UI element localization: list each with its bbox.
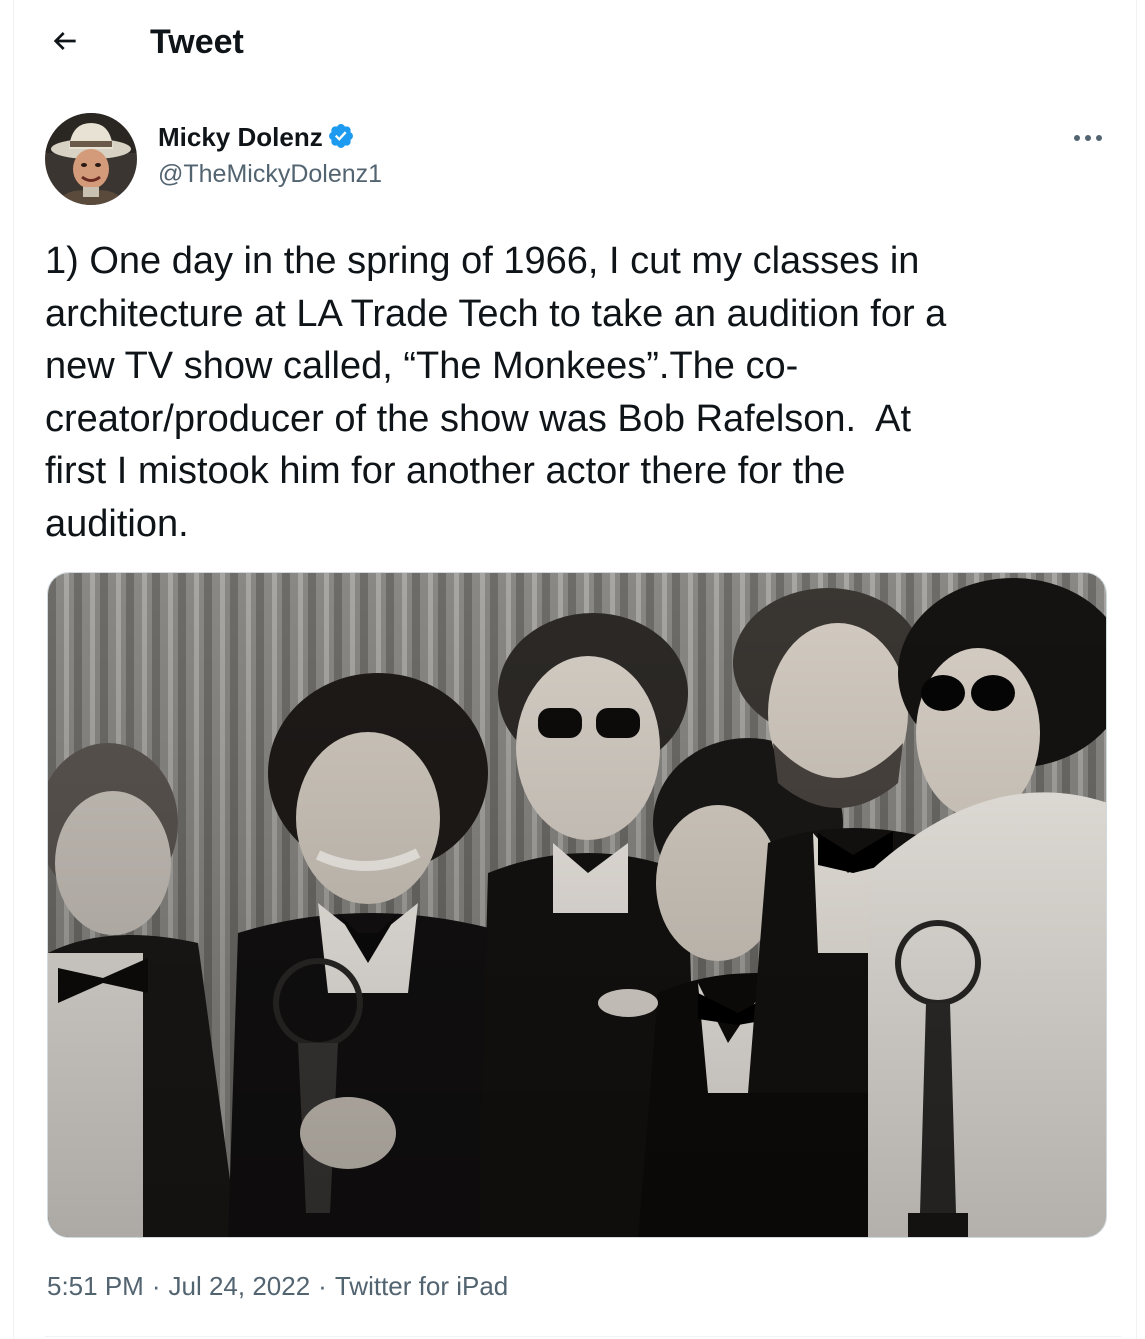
author-name-text: Micky Dolenz [158, 122, 323, 152]
tweet-time[interactable]: 5:51 PM [47, 1268, 144, 1304]
page-header: Tweet [14, 0, 1136, 86]
meta-separator: · [318, 1271, 327, 1301]
group-photo [48, 573, 1106, 1237]
meta-separator: · [151, 1271, 161, 1301]
more-dots-icon [1074, 135, 1102, 141]
tweet-photo[interactable] [47, 572, 1107, 1238]
profile-photo [45, 113, 137, 205]
tweet-text: 1) One day in the spring of 1966, I cut … [45, 240, 947, 545]
verified-badge-icon [328, 124, 353, 148]
back-button[interactable] [42, 18, 88, 64]
tweet-column: Tweet Micky Dolenz @TheMickyDolenz1 1) O… [13, 0, 1137, 1339]
tweet-date[interactable]: Jul 24, 2022 [169, 1268, 311, 1304]
tweet-source[interactable]: Twitter for iPad [335, 1268, 508, 1304]
page-title: Tweet [150, 23, 244, 61]
divider [45, 1336, 1121, 1337]
author-name[interactable]: Micky Dolenz [158, 121, 355, 153]
more-options-button[interactable] [1066, 120, 1110, 156]
arrow-left-icon [53, 32, 76, 50]
author-handle[interactable]: @TheMickyDolenz1 [158, 158, 382, 190]
tweet-meta: 5:51 PM · Jul 24, 2022 · Twitter for iPad [47, 1268, 508, 1304]
avatar[interactable] [45, 113, 137, 205]
